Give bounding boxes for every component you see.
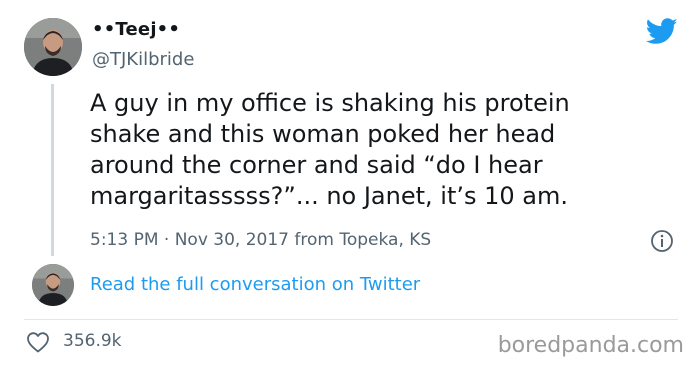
- tweet-text: A guy in my office is shaking his protei…: [90, 89, 570, 210]
- avatar[interactable]: [24, 18, 82, 76]
- heart-icon[interactable]: [26, 331, 50, 353]
- avatar-photo: [32, 264, 74, 306]
- tweet-timestamp[interactable]: 5:13 PM · Nov 30, 2017 from Topeka, KS: [90, 230, 431, 250]
- avatar-photo: [24, 18, 82, 76]
- info-icon[interactable]: [650, 229, 674, 253]
- like-count: 356.9k: [63, 331, 122, 351]
- display-name[interactable]: ••Teej••: [92, 19, 180, 40]
- read-conversation-link[interactable]: Read the full conversation on Twitter: [90, 274, 420, 295]
- watermark: boredpanda.com: [497, 333, 684, 358]
- divider: [24, 319, 678, 320]
- twitter-bird-icon[interactable]: [646, 18, 678, 45]
- small-avatar[interactable]: [32, 264, 74, 306]
- user-handle[interactable]: @TJKilbride: [92, 49, 194, 70]
- thread-line: [51, 84, 54, 256]
- tweet-card: ••Teej•• @TJKilbride A guy in my office …: [0, 0, 700, 369]
